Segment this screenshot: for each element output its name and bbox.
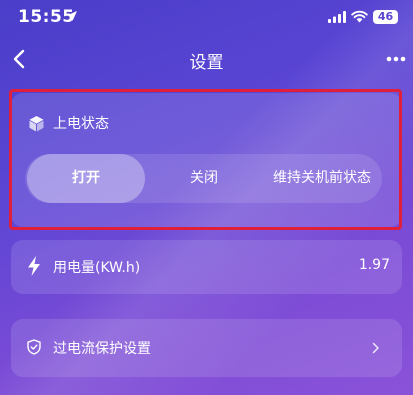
- lightning-bolt-icon: [28, 256, 40, 276]
- cellular-signal-icon: [328, 11, 346, 23]
- location-arrow-icon: [67, 11, 77, 21]
- chevron-right-icon: [372, 342, 379, 354]
- shield-check-icon: [27, 339, 41, 355]
- option-off[interactable]: 关闭: [145, 154, 263, 203]
- option-on[interactable]: 打开: [27, 154, 145, 203]
- status-bar: 15:55 46: [0, 0, 413, 34]
- option-keep-previous-state[interactable]: 维持关机前状态: [263, 154, 381, 203]
- power-on-state-label: 上电状态: [53, 116, 109, 132]
- cube-icon: [29, 116, 44, 132]
- power-consumption-value: 1.97: [358, 257, 390, 273]
- battery-indicator: 46: [373, 10, 398, 24]
- page-title: 设置: [189, 53, 224, 73]
- overcurrent-protection-label: 过电流保护设置: [53, 341, 151, 357]
- overcurrent-protection-row[interactable]: 过电流保护设置: [11, 319, 402, 377]
- power-on-state-selector: 打开 关闭 维持关机前状态: [25, 154, 382, 203]
- power-consumption-label: 用电量(KW.h): [53, 260, 141, 276]
- wifi-icon: [351, 10, 368, 23]
- power-consumption-row: 用电量(KW.h) 1.97: [11, 240, 402, 294]
- more-options-icon[interactable]: [386, 56, 406, 62]
- power-on-state-card: 上电状态 打开 关闭 维持关机前状态: [11, 93, 402, 227]
